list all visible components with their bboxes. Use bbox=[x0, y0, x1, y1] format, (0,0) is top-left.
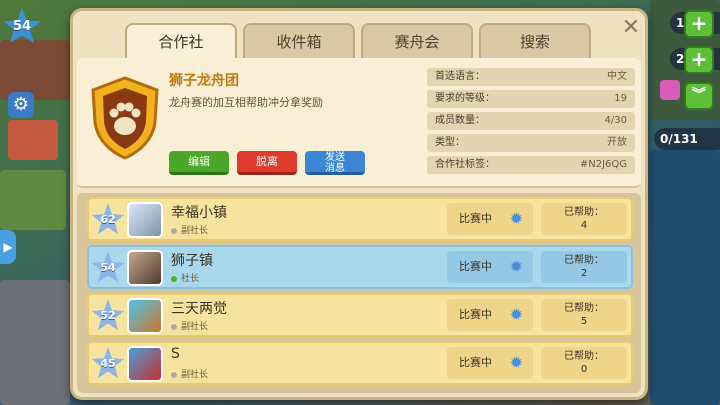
info-value: #N2J6QG bbox=[579, 159, 627, 170]
info-key: 类型： bbox=[435, 137, 465, 148]
member-level-star-icon: 62 bbox=[91, 203, 125, 237]
member-level-star-icon: 54 bbox=[91, 251, 125, 285]
race-status: 比赛中 ✹ bbox=[447, 347, 533, 379]
helped-count: 已帮助： 4 bbox=[541, 203, 627, 235]
expand-down-chevron-icon[interactable]: ︾ bbox=[684, 82, 714, 110]
offline-status-icon bbox=[171, 227, 177, 234]
gear-icon: ✹ bbox=[509, 257, 523, 276]
member-row[interactable]: 54 狮子镇 社长 比赛中 ✹ 已帮助： 2 bbox=[87, 245, 633, 289]
add-resource-plus-icon[interactable]: + bbox=[684, 46, 714, 74]
side-expand-arrow-icon[interactable]: ▶ bbox=[0, 230, 16, 264]
member-level: 52 bbox=[100, 309, 116, 322]
race-status: 比赛中 ✹ bbox=[447, 299, 533, 331]
race-status: 比赛中 ✹ bbox=[447, 251, 533, 283]
member-row[interactable]: 45 S 副社长 比赛中 ✹ 已帮助： 0 bbox=[87, 341, 633, 385]
offline-status-icon bbox=[171, 371, 177, 378]
member-level-star-icon: 52 bbox=[91, 299, 125, 333]
gear-icon: ✹ bbox=[509, 353, 523, 372]
info-value: 4/30 bbox=[604, 115, 627, 126]
member-row[interactable]: 62 幸福小镇 副社长 比赛中 ✹ 已帮助： 4 bbox=[87, 197, 633, 241]
member-role: 副社长 bbox=[171, 223, 208, 236]
info-row-required-level: 要求的等级： 19 bbox=[427, 90, 635, 108]
member-row[interactable]: 52 三天两觉 副社长 比赛中 ✹ 已帮助： 5 bbox=[87, 293, 633, 337]
panel-tabs: 合作社 收件箱 赛舟会 搜索 bbox=[125, 23, 597, 61]
club-info-table: 首选语言： 中文 要求的等级： 19 成员数量： 4/30 类型： 开放 合作社… bbox=[427, 68, 635, 178]
info-row-type: 类型： 开放 bbox=[427, 134, 635, 152]
info-key: 合作社标签： bbox=[435, 159, 495, 170]
race-status: 比赛中 ✹ bbox=[447, 203, 533, 235]
player-level: 54 bbox=[12, 19, 32, 34]
member-level: 62 bbox=[100, 213, 116, 226]
offline-status-icon bbox=[171, 323, 177, 330]
leave-button[interactable]: 脱离 bbox=[237, 151, 297, 175]
club-shield-paw-icon bbox=[91, 76, 159, 160]
member-name: 狮子镇 bbox=[171, 253, 213, 269]
send-message-label: 发送 消息 bbox=[325, 152, 345, 174]
gear-icon: ✹ bbox=[509, 305, 523, 324]
send-message-button[interactable]: 发送 消息 bbox=[305, 151, 365, 175]
info-key: 要求的等级： bbox=[435, 93, 495, 104]
tab-search[interactable]: 搜索 bbox=[479, 23, 591, 59]
edit-button[interactable]: 编辑 bbox=[169, 151, 229, 175]
online-status-icon bbox=[171, 275, 177, 282]
info-value: 19 bbox=[614, 93, 627, 104]
info-key: 成员数量： bbox=[435, 115, 485, 126]
avatar bbox=[127, 250, 163, 286]
settings-gear-icon[interactable]: ⚙ bbox=[8, 92, 34, 118]
member-level-star-icon: 45 bbox=[91, 347, 125, 381]
close-icon[interactable]: ✕ bbox=[620, 17, 642, 39]
add-currency-plus-icon[interactable]: + bbox=[684, 10, 714, 38]
info-row-club-tag: 合作社标签： #N2J6QG bbox=[427, 156, 635, 174]
info-key: 首选语言： bbox=[435, 71, 485, 82]
member-role: 社长 bbox=[171, 271, 199, 284]
helped-count: 已帮助： 0 bbox=[541, 347, 627, 379]
avatar bbox=[127, 202, 163, 238]
member-role: 副社长 bbox=[171, 367, 208, 380]
club-description: 龙舟赛的加互相帮助冲分拿奖励 bbox=[169, 96, 323, 109]
tab-regatta[interactable]: 赛舟会 bbox=[361, 23, 473, 59]
member-name: 幸福小镇 bbox=[171, 205, 227, 221]
info-row-member-count: 成员数量： 4/30 bbox=[427, 112, 635, 130]
info-value: 开放 bbox=[607, 137, 627, 148]
member-list[interactable]: 62 幸福小镇 副社长 比赛中 ✹ 已帮助： 4 54 狮子镇 社长 比赛中 ✹ 已帮… bbox=[77, 193, 641, 393]
club-panel: ✕ 合作社 收件箱 赛舟会 搜索 狮子龙舟团 龙舟赛的加互相帮助冲分拿奖励 编辑… bbox=[70, 8, 648, 400]
member-role: 副社长 bbox=[171, 319, 208, 332]
tab-inbox[interactable]: 收件箱 bbox=[243, 23, 355, 59]
member-level: 54 bbox=[100, 261, 116, 274]
helped-count: 已帮助： 2 bbox=[541, 251, 627, 283]
info-value: 中文 bbox=[607, 71, 627, 82]
helped-count: 已帮助： 5 bbox=[541, 299, 627, 331]
club-name: 狮子龙舟团 bbox=[169, 73, 239, 89]
member-name: 三天两觉 bbox=[171, 301, 227, 317]
member-level: 45 bbox=[100, 357, 116, 370]
player-level-star[interactable]: 54 bbox=[2, 8, 42, 46]
info-row-language: 首选语言： 中文 bbox=[427, 68, 635, 86]
club-info-card: 狮子龙舟团 龙舟赛的加互相帮助冲分拿奖励 编辑 脱离 发送 消息 首选语言： 中… bbox=[77, 58, 641, 188]
gear-icon: ✹ bbox=[509, 209, 523, 228]
population-counter: 0/131 bbox=[654, 128, 720, 150]
avatar bbox=[127, 298, 163, 334]
tab-club[interactable]: 合作社 bbox=[125, 23, 237, 61]
avatar bbox=[127, 346, 163, 382]
member-name: S bbox=[171, 346, 180, 362]
